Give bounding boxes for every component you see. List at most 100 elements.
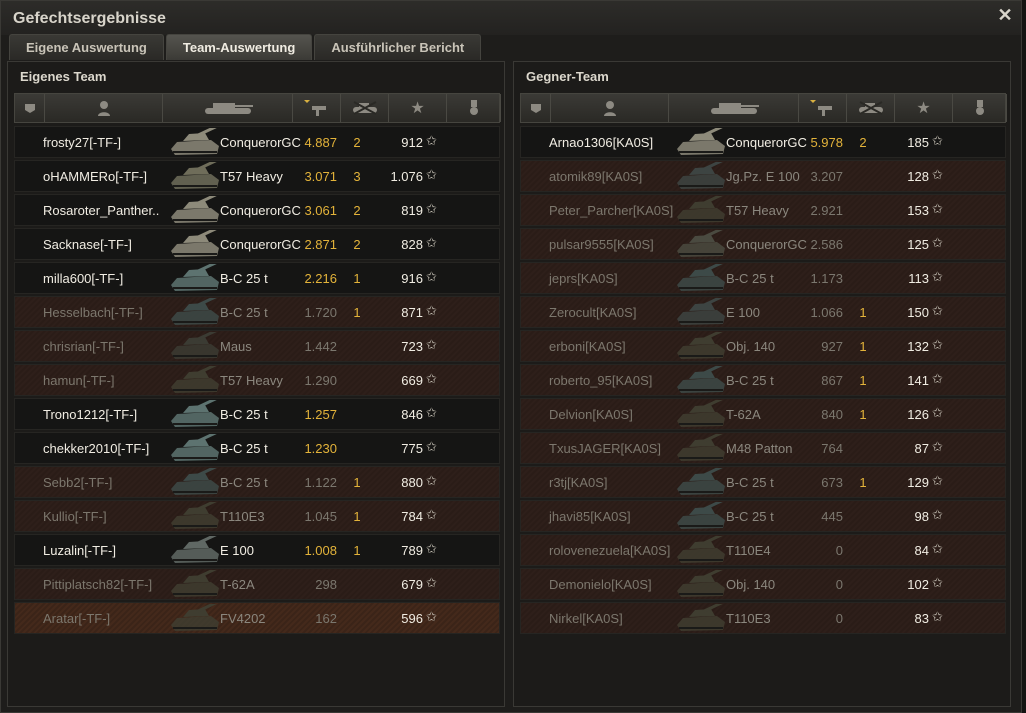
close-icon[interactable]: ✕	[997, 6, 1013, 24]
xp-value: 819	[401, 203, 423, 218]
player-row[interactable]: oHAMMERo[-TF-] T57 Heavy 3.071 3 1.076 ✩	[14, 160, 500, 192]
xp-value: 846	[401, 407, 423, 422]
damage-value: 1.045	[304, 509, 337, 524]
player-row[interactable]: milla600[-TF-] B-C 25 t 2.216 1 916 ✩	[14, 262, 500, 294]
player-row[interactable]: erboni[KA0S] Obj. 140 927 1 132 ✩	[520, 330, 1006, 362]
kills-value: 1	[859, 407, 867, 422]
xp-value: 132	[907, 339, 929, 354]
player-name: oHAMMERo[-TF-]	[43, 169, 147, 184]
player-row[interactable]: pulsar9555[KA0S] ConquerorGC 2.586 125 ✩	[520, 228, 1006, 260]
player-row[interactable]: Sacknase[-TF-] ConquerorGC 2.871 2 828 ✩	[14, 228, 500, 260]
title-bar: Gefechtsergebnisse ✕	[1, 1, 1021, 35]
player-row[interactable]: Rosaroter_Panther.. ConquerorGC 3.061 2 819 ✩	[14, 194, 500, 226]
player-row[interactable]: frosty27[-TF-] ConquerorGC 4.887 2 912 ✩	[14, 126, 500, 158]
player-row[interactable]: Demonielo[KA0S] Obj. 140 0 102 ✩	[520, 568, 1006, 600]
player-icon[interactable]	[551, 94, 669, 122]
xp-value: 775	[401, 441, 423, 456]
enemy-team-header: ★	[520, 93, 1007, 123]
tank-image	[673, 298, 733, 327]
tank-name: E 100	[726, 305, 760, 320]
damage-value: 162	[315, 611, 337, 626]
kills-icon[interactable]	[341, 94, 389, 122]
damage-sort-icon[interactable]	[799, 94, 847, 122]
player-row[interactable]: Pittiplatsch82[-TF-] T-62A 298 679 ✩	[14, 568, 500, 600]
player-row[interactable]: r3tj[KA0S] B-C 25 t 673 1 129 ✩	[520, 466, 1006, 498]
player-row[interactable]: chekker2010[-TF-] B-C 25 t 1.230 775 ✩	[14, 432, 500, 464]
tank-name: T110E3	[220, 509, 265, 524]
medal-icon[interactable]	[953, 94, 1007, 122]
xp-value: 83	[914, 611, 929, 626]
tank-name: Obj. 140	[726, 577, 776, 592]
damage-value: 1.442	[304, 339, 337, 354]
player-row[interactable]: atomik89[KA0S] Jg.Pz. E 100 3.207 128 ✩	[520, 160, 1006, 192]
player-name: rolovenezuela[KA0S]	[549, 543, 671, 558]
player-row[interactable]: Arnao1306[KA0S] ConquerorGC 5.978 2 185 ✩	[520, 126, 1006, 158]
player-icon[interactable]	[45, 94, 163, 122]
tab-ausfuehrlicher-bericht[interactable]: Ausführlicher Bericht	[314, 34, 482, 60]
star-icon: ✩	[932, 303, 943, 318]
player-row[interactable]: Luzalin[-TF-] E 100 1.008 1 789 ✩	[14, 534, 500, 566]
player-row[interactable]: Kullio[-TF-] T110E3 1.045 1 784 ✩	[14, 500, 500, 532]
squad-icon[interactable]	[15, 94, 45, 122]
player-row[interactable]: jhavi85[KA0S] B-C 25 t 445 98 ✩	[520, 500, 1006, 532]
star-icon: ✩	[426, 609, 437, 624]
tab-eigene-auswertung[interactable]: Eigene Auswertung	[9, 34, 164, 60]
tank-name: T57 Heavy	[220, 169, 283, 184]
damage-value: 298	[315, 577, 337, 592]
player-row[interactable]: chrisrian[-TF-] Maus 1.442 723 ✩	[14, 330, 500, 362]
kills-value: 2	[859, 135, 867, 150]
tank-icon[interactable]	[669, 94, 799, 122]
player-row[interactable]: Peter_Parcher[KA0S] T57 Heavy 2.921 153 ✩	[520, 194, 1006, 226]
squad-icon[interactable]	[521, 94, 551, 122]
tank-name: T-62A	[726, 407, 761, 422]
player-name: chrisrian[-TF-]	[43, 339, 124, 354]
tank-image	[167, 536, 227, 565]
player-row[interactable]: Nirkel[KA0S] T110E3 0 83 ✩	[520, 602, 1006, 634]
star-icon: ✩	[932, 405, 943, 420]
xp-star-icon[interactable]: ★	[895, 94, 953, 122]
player-name: Sebb2[-TF-]	[43, 475, 113, 490]
xp-value: 723	[401, 339, 423, 354]
damage-value: 764	[821, 441, 843, 456]
kills-value: 2	[353, 135, 361, 150]
player-row[interactable]: Sebb2[-TF-] B-C 25 t 1.122 1 880 ✩	[14, 466, 500, 498]
player-row[interactable]: rolovenezuela[KA0S] T110E4 0 84 ✩	[520, 534, 1006, 566]
kills-icon[interactable]	[847, 94, 895, 122]
tank-name: Obj. 140	[726, 339, 776, 354]
star-icon: ✩	[932, 371, 943, 386]
tank-name: T57 Heavy	[726, 203, 789, 218]
tank-name: T-62A	[220, 577, 255, 592]
own-team-header: ★	[14, 93, 501, 123]
tab-team-auswertung[interactable]: Team-Auswertung	[165, 34, 313, 60]
player-row[interactable]: Delvion[KA0S] T-62A 840 1 126 ✩	[520, 398, 1006, 430]
player-name: roberto_95[KA0S]	[549, 373, 653, 388]
star-icon: ✩	[932, 507, 943, 522]
damage-sort-icon[interactable]	[293, 94, 341, 122]
damage-value: 3.071	[304, 169, 337, 184]
player-row[interactable]: Hesselbach[-TF-] B-C 25 t 1.720 1 871 ✩	[14, 296, 500, 328]
damage-value: 1.257	[304, 407, 337, 422]
tank-icon[interactable]	[163, 94, 293, 122]
player-row[interactable]: Trono1212[-TF-] B-C 25 t 1.257 846 ✩	[14, 398, 500, 430]
damage-value: 5.978	[810, 135, 843, 150]
xp-star-icon[interactable]: ★	[389, 94, 447, 122]
player-row[interactable]: jeprs[KA0S] B-C 25 t 1.173 113 ✩	[520, 262, 1006, 294]
player-name: Nirkel[KA0S]	[549, 611, 623, 626]
xp-value: 789	[401, 543, 423, 558]
own-team-panel: Eigenes Team ★ frosty27[-TF-] ConquerorGC…	[7, 61, 505, 707]
player-row[interactable]: Zerocult[KA0S] E 100 1.066 1 150 ✩	[520, 296, 1006, 328]
player-name: Delvion[KA0S]	[549, 407, 633, 422]
player-row[interactable]: roberto_95[KA0S] B-C 25 t 867 1 141 ✩	[520, 364, 1006, 396]
xp-value: 125	[907, 237, 929, 252]
player-row[interactable]: Aratar[-TF-] FV4202 162 596 ✩	[14, 602, 500, 634]
window-title: Gefechtsergebnisse	[13, 10, 166, 27]
tank-image	[167, 128, 227, 157]
tank-image	[167, 434, 227, 463]
damage-value: 1.066	[810, 305, 843, 320]
star-icon: ✩	[426, 575, 437, 590]
tank-name: ConquerorGC	[220, 203, 301, 218]
player-row[interactable]: hamun[-TF-] T57 Heavy 1.290 669 ✩	[14, 364, 500, 396]
medal-icon[interactable]	[447, 94, 501, 122]
player-row[interactable]: TxusJAGER[KA0S] M48 Patton 764 87 ✩	[520, 432, 1006, 464]
player-name: atomik89[KA0S]	[549, 169, 643, 184]
